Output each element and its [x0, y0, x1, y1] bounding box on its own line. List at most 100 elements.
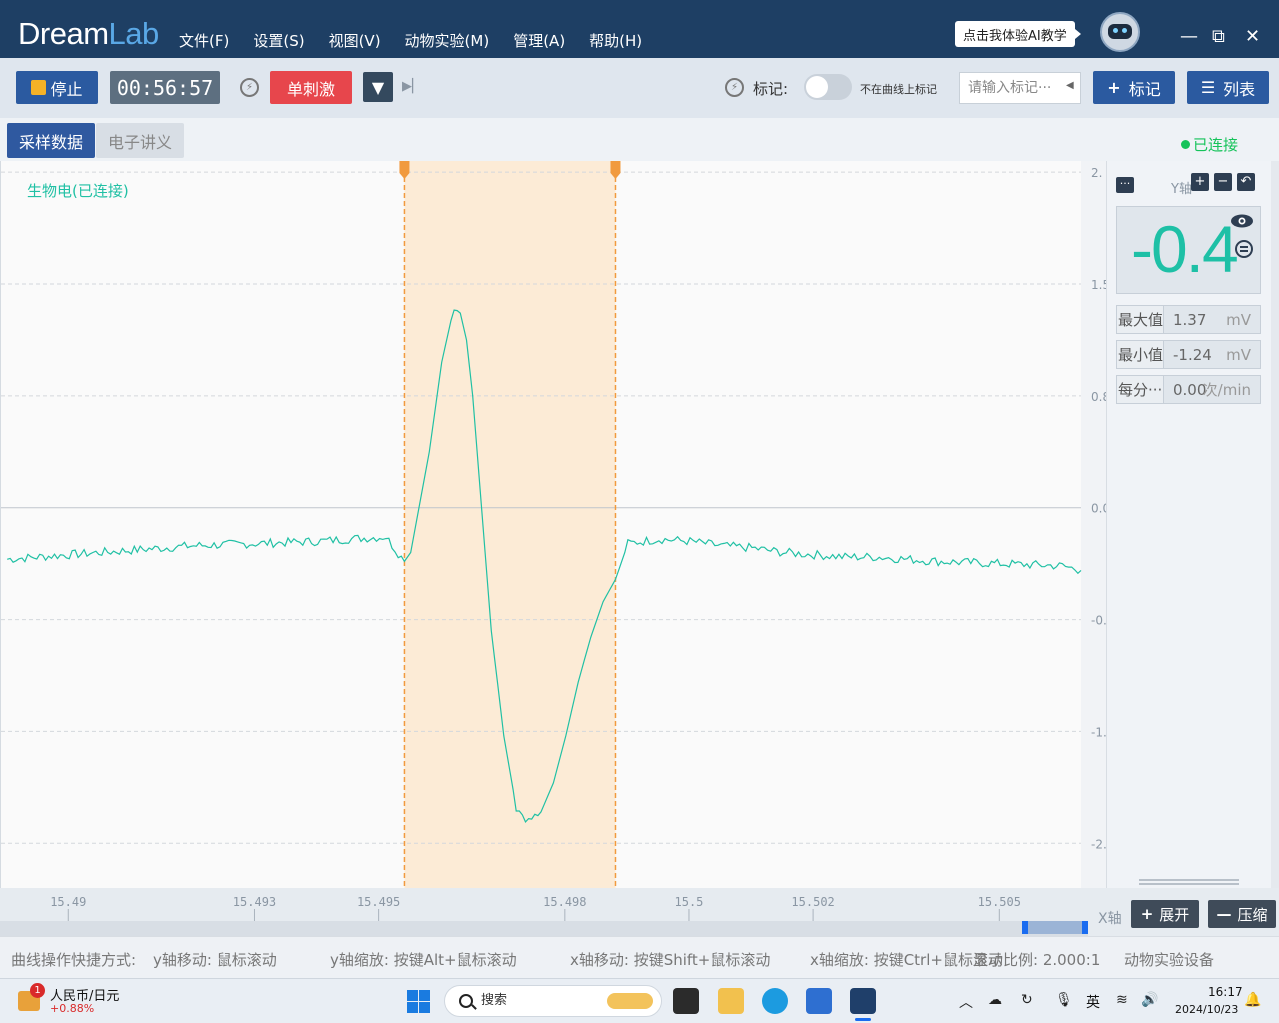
status-dot-icon	[1181, 140, 1190, 149]
task-view-icon[interactable]	[673, 988, 699, 1014]
ai-tutorial-tip[interactable]: 点击我体验AI教学	[955, 21, 1081, 47]
input-method-indicator[interactable]: 英	[1086, 992, 1100, 1012]
clock-date[interactable]: 2024/10/23	[1175, 1003, 1238, 1016]
add-mark-button[interactable]: + 标记	[1093, 71, 1175, 104]
menu-animal-experiment[interactable]: 动物实验(M)	[405, 30, 490, 51]
volume-icon[interactable]: 🔊	[1141, 992, 1158, 1008]
active-app-indicator	[855, 1018, 871, 1021]
menu-help[interactable]: 帮助(H)	[589, 30, 642, 51]
list-icon: ☰	[1200, 78, 1216, 97]
signal-chart[interactable]: 2. 1.5 0.8 0.0 -0. -1. -2. 生物电(已连接)	[0, 161, 1107, 888]
app-window: DreamLab 文件(F) 设置(S) 视图(V) 动物实验(M) 管理(A)…	[0, 0, 1279, 1023]
ai-robot-icon[interactable]	[1100, 12, 1140, 52]
y-tick-strip	[1081, 161, 1107, 888]
panel-resize-handle[interactable]	[1139, 879, 1239, 885]
tab-sampling-data[interactable]: 采样数据	[7, 123, 95, 158]
notification-bell-icon[interactable]: 🔔	[1244, 992, 1261, 1008]
file-explorer-icon[interactable]	[718, 988, 744, 1014]
tab-row: 采样数据 电子讲义 已连接	[0, 118, 1279, 161]
stat-min: 最小值 -1.24 mV	[1116, 340, 1261, 369]
x-scrollbar-track[interactable]	[0, 921, 1088, 936]
sync-icon[interactable]	[1234, 239, 1254, 259]
y-tick-label: -0.	[1091, 614, 1107, 628]
refresh-icon[interactable]: ↻	[1021, 992, 1033, 1008]
x-scrollbar-thumb[interactable]	[1022, 921, 1088, 934]
toggle-label: 不在曲线上标记	[860, 83, 937, 96]
compress-button[interactable]: — 压缩	[1208, 900, 1276, 928]
toolbar: 停止 00:56:57 ⚡ 单刺激 ▼ ▶▏ ⚡ 标记: 不在曲线上标记 ◀ +…	[0, 58, 1279, 118]
menu-view[interactable]: 视图(V)	[329, 30, 381, 51]
y-tick-label: 0.0	[1091, 502, 1107, 516]
menu-settings[interactable]: 设置(S)	[253, 30, 304, 51]
chart-svg[interactable]: 2. 1.5 0.8 0.0 -0. -1. -2.	[1, 161, 1107, 888]
hint-title: 曲线操作快捷方式:	[11, 951, 137, 969]
connection-status: 已连接	[1181, 134, 1238, 155]
hint-y-move: y轴移动: 鼠标滚动	[153, 951, 277, 969]
plus-icon: +	[1140, 905, 1154, 923]
y-tick-label: 1.5	[1091, 278, 1107, 292]
stat-max-value: 1.37	[1173, 310, 1207, 329]
edge-browser-icon[interactable]	[762, 988, 788, 1014]
add-mark-label: 标记	[1128, 79, 1161, 99]
y-tick-label: -2.	[1091, 837, 1107, 851]
clock-time[interactable]: 16:17	[1208, 985, 1243, 999]
panel-scrollbar[interactable]	[1271, 161, 1279, 888]
input-arrow-icon[interactable]: ◀	[1066, 80, 1074, 91]
search-highlight-icon	[607, 993, 653, 1009]
x-tick-label: 15.498	[543, 895, 586, 909]
mark-on-curve-toggle[interactable]	[804, 74, 852, 100]
stat-min-key: 最小值	[1117, 341, 1164, 368]
cloud-sync-icon[interactable]: ☁	[988, 992, 1002, 1008]
store-icon[interactable]	[806, 988, 832, 1014]
play-icon[interactable]: ▶▏	[402, 79, 422, 94]
x-axis-ticks: 15.49 15.493 15.495 15.498 15.5 15.502 15.505	[50, 895, 1021, 921]
y-zoom-out-button[interactable]: −	[1214, 173, 1232, 191]
search-placeholder: 搜索	[481, 993, 508, 1008]
wifi-icon[interactable]: ≋	[1116, 992, 1128, 1008]
hint-y-zoom: y轴缩放: 按键Alt+鼠标滚动	[330, 951, 517, 969]
more-options-button[interactable]: ···	[1116, 177, 1134, 193]
logo-accent: Lab	[108, 16, 160, 51]
close-button[interactable]: ✕	[1245, 26, 1260, 47]
mark-input[interactable]	[959, 72, 1081, 104]
expand-button[interactable]: + 展开	[1131, 900, 1199, 928]
current-value: -0.4	[1131, 212, 1239, 286]
stop-button[interactable]: 停止	[16, 71, 98, 104]
tab-lecture-notes[interactable]: 电子讲义	[96, 123, 184, 158]
channel-panel: ··· Y轴 + − ↶ -0.4 最大值 1.37 mV 最小值 -1.24 …	[1106, 161, 1279, 888]
menu-file[interactable]: 文件(F)	[179, 30, 229, 51]
stat-rate-key: 每分···	[1117, 376, 1164, 403]
x-tick-label: 15.505	[978, 895, 1021, 909]
robot-eye-left	[1113, 28, 1118, 33]
title-bar: DreamLab 文件(F) 设置(S) 视图(V) 动物实验(M) 管理(A)…	[0, 0, 1279, 58]
y-reset-button[interactable]: ↶	[1237, 173, 1255, 191]
menu-manage[interactable]: 管理(A)	[513, 30, 565, 51]
tray-overflow-icon[interactable]: ︿	[959, 992, 973, 1012]
taskbar-search[interactable]: 搜索	[444, 985, 662, 1017]
microphone-icon[interactable]: 🎙	[1055, 992, 1073, 1008]
list-button[interactable]: ☰ 列表	[1187, 71, 1269, 104]
plus-icon: +	[1107, 78, 1121, 97]
selection-region	[404, 161, 616, 888]
dreamlab-app-icon[interactable]	[850, 988, 876, 1014]
eye-icon[interactable]	[1230, 213, 1254, 229]
os-taskbar: 1 人民币/日元 +0.88% 搜索 ︿ ☁ ↻ 🎙 英 ≋ 🔊 16:17 2…	[0, 978, 1279, 1023]
mark-label: 标记:	[753, 80, 789, 98]
minus-icon: —	[1216, 905, 1232, 923]
single-stimulus-button[interactable]: 单刺激	[270, 71, 352, 104]
restore-button[interactable]: ⧉	[1212, 26, 1225, 47]
hint-x-move: x轴移动: 按键Shift+鼠标滚动	[570, 951, 771, 969]
stat-max-unit: mV	[1226, 310, 1251, 329]
elapsed-timer: 00:56:57	[110, 71, 220, 104]
y-zoom-in-button[interactable]: +	[1191, 173, 1209, 191]
device-name: 动物实验设备	[1124, 951, 1215, 969]
x-tick-label: 15.502	[791, 895, 834, 909]
channel-label: 生物电(已连接)	[27, 182, 129, 200]
stop-label: 停止	[50, 79, 83, 99]
stimulus-dropdown-button[interactable]: ▼	[363, 72, 393, 102]
windows-start-icon[interactable]	[407, 990, 430, 1013]
stat-max-key: 最大值	[1117, 306, 1164, 333]
mark-settings-icon[interactable]: ⚡	[725, 78, 744, 97]
stimulus-settings-icon[interactable]: ⚡	[240, 78, 259, 97]
minimize-button[interactable]: —	[1180, 26, 1198, 47]
